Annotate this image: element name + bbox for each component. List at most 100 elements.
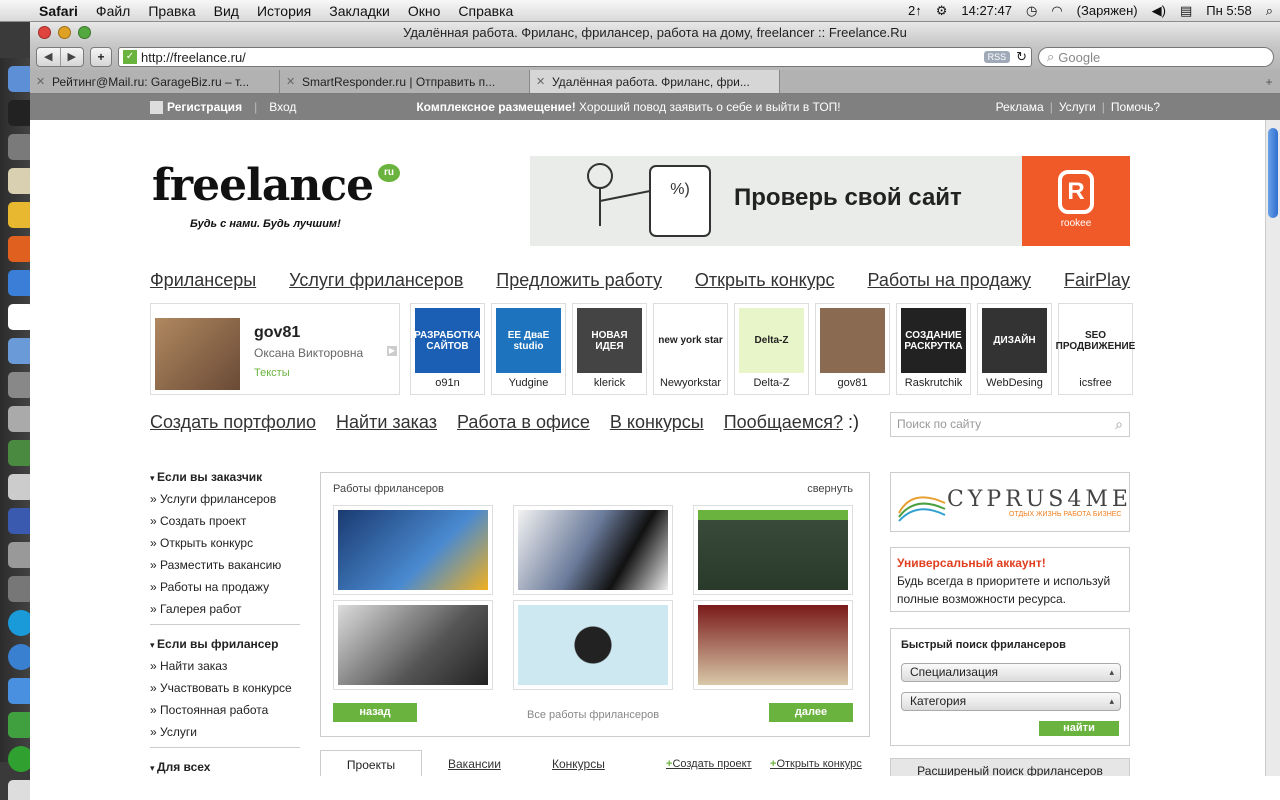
freelancer-name[interactable]: klerick — [573, 377, 646, 389]
sidebar-item[interactable]: Постоянная работа — [150, 703, 300, 717]
browser-tab[interactable]: ✕ SmartResponder.ru | Отправить п... — [280, 70, 530, 93]
sidebar-item[interactable]: Создать проект — [150, 514, 300, 528]
freelancer-thumbnail[interactable]: SEO ПРОДВИЖЕНИЕ — [1056, 308, 1135, 373]
next-button[interactable]: далее — [769, 703, 853, 722]
reload-icon[interactable]: ↻ — [1016, 49, 1027, 65]
forward-icon[interactable]: ▶ — [61, 48, 84, 66]
volume-icon[interactable]: ◀) — [1145, 3, 1173, 19]
freelancer-thumbnail[interactable]: РАЗРАБОТКА САЙТОВ — [414, 308, 481, 373]
sidebar-item[interactable]: Участвовать в конкурсе — [150, 681, 300, 695]
rss-button[interactable]: RSS — [983, 51, 1011, 63]
menu-view[interactable]: Вид — [205, 0, 248, 22]
search-icon[interactable]: ⌕ — [1115, 413, 1123, 436]
url-text[interactable]: http://freelance.ru/ — [141, 50, 246, 65]
nav-services[interactable]: Услуги фрилансеров — [289, 270, 463, 291]
collapse-link[interactable]: свернуть — [807, 483, 853, 495]
freelancer-name[interactable]: Raskrutchik — [897, 377, 970, 389]
username[interactable]: gov81 — [254, 324, 300, 342]
specialization-select[interactable]: Специализация ▴ — [901, 663, 1121, 682]
wifi-icon[interactable]: ◠ — [1044, 3, 1069, 19]
promo-text[interactable]: Комплексное размещение! Хороший повод за… — [416, 100, 840, 114]
universal-account-box[interactable]: Универсальный аккаунт! Будь всегда в при… — [890, 547, 1130, 612]
freelancer-thumbnail[interactable]: Delta-Z — [739, 308, 804, 373]
menu-app[interactable]: Safari — [30, 0, 87, 22]
login-link[interactable]: Вход — [269, 100, 296, 114]
freelancer-card[interactable]: РАЗРАБОТКА САЙТОВ o91n — [410, 303, 485, 395]
freelancer-name[interactable]: icsfree — [1059, 377, 1132, 389]
nav-open-contest[interactable]: Открыть конкурс — [695, 270, 835, 291]
register-link[interactable]: Регистрация — [150, 100, 242, 114]
add-bookmark-button[interactable]: + — [90, 47, 112, 67]
sidebar-item[interactable]: Услуги — [150, 725, 300, 739]
help-link[interactable]: Помочь? — [1111, 100, 1160, 114]
work-thumbnail[interactable] — [513, 505, 673, 595]
next-arrow-icon[interactable]: ▶ — [387, 346, 397, 356]
cyprus-banner[interactable]: CYPRUS4ME ОТДЫХ ЖИЗНЬ РАБОТА БИЗНЕС — [890, 472, 1130, 532]
open-contest-link[interactable]: +Открыть конкурс — [770, 750, 862, 776]
category-label[interactable]: Тексты — [254, 367, 290, 379]
work-thumbnail[interactable] — [693, 600, 853, 690]
freelancer-thumbnail[interactable]: СОЗДАНИЕ РАСКРУТКА — [901, 308, 966, 373]
menu-edit[interactable]: Правка — [139, 0, 204, 22]
nav-create-portfolio[interactable]: Создать портфолио — [150, 412, 316, 433]
menu-file[interactable]: Файл — [87, 0, 139, 22]
sidebar-header-all[interactable]: Для всех — [150, 760, 300, 774]
freelancer-name[interactable]: Yudgine — [492, 377, 565, 389]
work-thumbnail[interactable] — [333, 600, 493, 690]
sidebar-item[interactable]: Найти заказ — [150, 659, 300, 673]
freelancer-card[interactable]: НОВАЯ ИДЕЯ klerick — [572, 303, 647, 395]
freelancer-thumbnail[interactable]: ДИЗАЙН — [982, 308, 1047, 373]
tab-projects[interactable]: Проекты — [320, 750, 422, 776]
sidebar-header-freelancer[interactable]: Если вы фрилансер — [150, 637, 300, 651]
flag-icon[interactable]: ▤ — [1173, 3, 1199, 19]
battery-status[interactable]: (Заряжен) — [1070, 3, 1145, 18]
freelancer-name[interactable]: Delta-Z — [735, 377, 808, 389]
ads-link[interactable]: Реклама — [996, 100, 1044, 114]
site-logo[interactable]: freelance ru — [152, 160, 400, 211]
work-thumbnail[interactable] — [513, 600, 673, 690]
browser-tab-active[interactable]: ✕ Удалённая работа. Фриланс, фри... — [530, 70, 780, 93]
menu-window[interactable]: Окно — [399, 0, 450, 22]
spotlight-icon[interactable]: ⌕ — [1259, 3, 1280, 19]
nav-offer-work[interactable]: Предложить работу — [496, 270, 662, 291]
freelancer-card[interactable]: gov81 — [815, 303, 890, 395]
site-search-input[interactable]: Поиск по сайту ⌕ — [890, 412, 1130, 437]
close-tab-icon[interactable]: ✕ — [536, 70, 545, 93]
tab-vacancies[interactable]: Вакансии — [448, 750, 501, 776]
all-works-link[interactable]: Все работы фрилансеров — [527, 709, 659, 721]
close-tab-icon[interactable]: ✕ — [286, 70, 295, 93]
nav-fairplay[interactable]: FairPlay — [1064, 270, 1130, 291]
freelancer-card[interactable]: Delta-Z Delta-Z — [734, 303, 809, 395]
minimize-window-icon[interactable] — [58, 26, 71, 39]
menu-bookmarks[interactable]: Закладки — [320, 0, 399, 22]
new-tab-icon[interactable]: + — [1258, 70, 1280, 93]
nav-find-order[interactable]: Найти заказ — [336, 412, 437, 433]
nav-contests[interactable]: В конкурсы — [610, 412, 704, 433]
freelancer-name[interactable]: gov81 — [816, 377, 889, 389]
close-tab-icon[interactable]: ✕ — [36, 70, 45, 93]
create-project-link[interactable]: +Создать проект — [666, 750, 752, 776]
timer-counter[interactable]: 14:27:47 — [954, 3, 1019, 18]
work-thumbnail[interactable] — [333, 505, 493, 595]
freelancer-card[interactable]: ДИЗАЙН WebDesing — [977, 303, 1052, 395]
nav-office-work[interactable]: Работа в офисе — [457, 412, 590, 433]
rookee-banner[interactable]: %) Проверь свой сайт R rookee — [530, 156, 1130, 246]
freelancer-name[interactable]: o91n — [411, 377, 484, 389]
freelancer-name[interactable]: Newyorkstar — [654, 377, 727, 389]
back-button[interactable]: назад — [333, 703, 417, 722]
browser-tab[interactable]: ✕ Рейтинг@Mail.ru: GarageBiz.ru – т... — [30, 70, 280, 93]
gear-icon[interactable]: ⚙ — [929, 3, 955, 19]
services-link[interactable]: Услуги — [1059, 100, 1096, 114]
menu-help[interactable]: Справка — [449, 0, 522, 22]
tab-contests[interactable]: Конкурсы — [552, 750, 605, 776]
avatar[interactable] — [155, 318, 240, 390]
freelancer-thumbnail[interactable]: НОВАЯ ИДЕЯ — [577, 308, 642, 373]
sidebar-item[interactable]: Галерея работ — [150, 602, 300, 616]
google-search-input[interactable]: ⌕ Google — [1038, 47, 1274, 67]
status-num[interactable]: 2↑ — [901, 3, 929, 18]
freelancer-thumbnail[interactable] — [820, 308, 885, 373]
freelancer-card[interactable]: EE ДваЕ studio Yudgine — [491, 303, 566, 395]
zoom-window-icon[interactable] — [78, 26, 91, 39]
advanced-search-button[interactable]: Расширеный поиск фрилансеров — [890, 758, 1130, 776]
sidebar-item[interactable]: Разместить вакансию — [150, 558, 300, 572]
